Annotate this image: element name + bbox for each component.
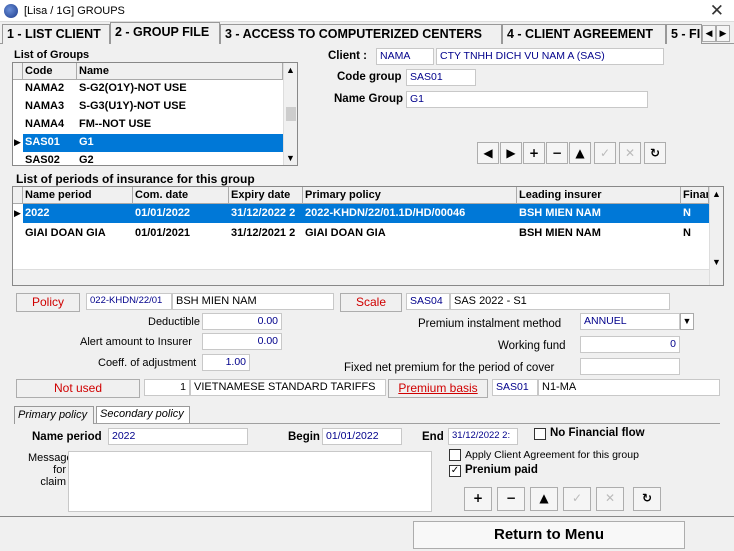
deductible-label: Deductible	[148, 316, 200, 328]
tab-scroll-left-icon[interactable]: ◀	[702, 25, 716, 42]
policy-button[interactable]: Policy	[16, 293, 80, 312]
client-name-field[interactable]: CTY TNHH DICH VU NAM A (SAS)	[436, 48, 664, 65]
groups-grid: Code Name NAMA2 S-G2(O1Y)-NOT USE NAMA3 …	[12, 62, 298, 166]
name-period-field[interactable]: 2022	[108, 428, 248, 445]
row-pointer-icon: ▶	[14, 137, 21, 147]
scale-button[interactable]: Scale	[340, 293, 402, 312]
scale-name-field[interactable]: SAS 2022 - S1	[450, 293, 670, 310]
policy-code-field[interactable]: 022-KHDN/22/01	[86, 293, 172, 310]
tab-primary-policy[interactable]: Primary policy	[14, 406, 94, 424]
deductible-field[interactable]: 0.00	[202, 313, 282, 330]
client-code-field[interactable]: NAMA	[376, 48, 434, 65]
end-label: End	[422, 431, 444, 443]
edit-icon[interactable]: ▲	[530, 487, 558, 511]
fixed-net-label: Fixed net premium for the period of cove…	[344, 362, 555, 374]
tab-group-file[interactable]: 2 - GROUP FILE	[110, 22, 220, 44]
scroll-down-icon[interactable]: ▼	[710, 257, 723, 267]
end-field[interactable]: 31/12/2022 2:	[448, 428, 518, 445]
no-financial-checkbox[interactable]	[534, 428, 546, 440]
refresh-icon[interactable]: ↻	[633, 487, 661, 511]
tab-fi[interactable]: 5 - FI	[666, 24, 702, 44]
title-bar: [Lisa / 1G] GROUPS ✕	[0, 0, 734, 22]
premium-basis-name-field[interactable]: N1-MA	[538, 379, 720, 396]
tab-list-client[interactable]: 1 - LIST CLIENT	[2, 24, 110, 44]
periods-col-expiry[interactable]: Expiry date	[229, 187, 303, 204]
confirm-icon[interactable]: ✓	[594, 142, 616, 164]
tab-access-computerized-centers[interactable]: 3 - ACCESS TO COMPUTERIZED CENTERS	[220, 24, 502, 44]
begin-field[interactable]: 01/01/2022	[322, 428, 402, 445]
not-used-button[interactable]: Not used	[16, 379, 140, 398]
tab-client-agreement[interactable]: 4 - CLIENT AGREEMENT	[502, 24, 666, 44]
groups-scrollbar[interactable]: ▲ ▼	[283, 63, 297, 165]
add-icon[interactable]: +	[523, 142, 545, 164]
table-row-selected[interactable]: 2022 01/01/2022 31/12/2022 2 2022-KHDN/2…	[23, 204, 709, 223]
working-fund-label: Working fund	[498, 340, 566, 352]
scroll-up-icon[interactable]: ▲	[710, 189, 723, 199]
edit-icon[interactable]: ▲	[569, 142, 591, 164]
policy-insurer-field[interactable]: BSH MIEN NAM	[172, 293, 334, 310]
message-textarea[interactable]	[68, 451, 432, 512]
periods-hscrollbar[interactable]	[13, 269, 709, 285]
alert-label: Alert amount to Insurer	[80, 336, 192, 348]
message-label: Message for claim	[28, 452, 73, 488]
groups-col-code[interactable]: Code	[23, 63, 77, 80]
periods-grid: Name period Com. date Expiry date Primar…	[12, 186, 724, 286]
premium-paid-label: Prenium paid	[465, 464, 538, 476]
code-group-field[interactable]: SAS01	[406, 69, 476, 86]
groups-title: List of Groups	[14, 49, 90, 61]
premium-method-select[interactable]: ANNUEL	[580, 313, 680, 330]
cancel-icon[interactable]: ✕	[596, 487, 624, 511]
premium-basis-button[interactable]: Premium basis	[388, 379, 488, 398]
coeff-label: Coeff. of adjustment	[98, 357, 197, 369]
periods-col-com-date[interactable]: Com. date	[133, 187, 229, 204]
premium-basis-code-field[interactable]: SAS01	[492, 379, 538, 396]
name-group-field[interactable]: G1	[406, 91, 648, 108]
client-label: Client :	[328, 50, 367, 62]
chevron-down-icon[interactable]: ▼	[680, 313, 694, 330]
scroll-up-icon[interactable]: ▲	[284, 65, 297, 75]
delete-icon[interactable]: −	[546, 142, 568, 164]
previous-icon[interactable]: ◀	[477, 142, 499, 164]
next-icon[interactable]: ▶	[500, 142, 522, 164]
code-group-label: Code group	[337, 71, 402, 83]
scale-code-field[interactable]: SAS04	[406, 293, 450, 310]
apply-agreement-label: Apply Client Agreement for this group	[465, 449, 639, 461]
close-icon[interactable]: ✕	[710, 1, 724, 21]
scroll-down-icon[interactable]: ▼	[284, 153, 297, 163]
refresh-icon[interactable]: ↻	[644, 142, 666, 164]
periods-col-primary-policy[interactable]: Primary policy	[303, 187, 517, 204]
periods-col-financial[interactable]: Finan	[681, 187, 709, 204]
premium-paid-checkbox[interactable]: ✓	[449, 465, 461, 477]
scroll-thumb[interactable]	[286, 107, 296, 121]
tariff-name-field[interactable]: VIETNAMESE STANDARD TARIFFS	[190, 379, 386, 396]
fixed-net-field[interactable]	[580, 358, 680, 375]
add-icon[interactable]: +	[464, 487, 492, 511]
name-period-label: Name period	[32, 431, 102, 443]
tab-scroll-right-icon[interactable]: ▶	[716, 25, 730, 42]
confirm-icon[interactable]: ✓	[563, 487, 591, 511]
table-row-selected[interactable]: SAS01 G1	[23, 134, 283, 152]
tab-bar: 1 - LIST CLIENT 2 - GROUP FILE 3 - ACCES…	[0, 22, 734, 44]
begin-label: Begin	[288, 431, 320, 443]
delete-icon[interactable]: −	[497, 487, 525, 511]
periods-vscrollbar[interactable]: ▲ ▼	[709, 187, 723, 285]
periods-title: List of periods of insurance for this gr…	[16, 172, 255, 186]
row-pointer-icon: ▶	[14, 208, 21, 218]
coeff-field[interactable]: 1.00	[202, 354, 250, 371]
apply-agreement-checkbox[interactable]	[449, 449, 461, 461]
tab-secondary-policy[interactable]: Secondary policy	[96, 406, 190, 423]
window-title: [Lisa / 1G] GROUPS	[24, 5, 125, 17]
alert-field[interactable]: 0.00	[202, 333, 282, 350]
name-group-label: Name Group	[334, 93, 404, 105]
groups-col-name[interactable]: Name	[77, 63, 283, 80]
periods-col-leading-insurer[interactable]: Leading insurer	[517, 187, 681, 204]
app-icon	[4, 4, 18, 18]
premium-method-label: Premium instalment method	[418, 318, 562, 330]
working-fund-field[interactable]: 0	[580, 336, 680, 353]
no-financial-label: No Financial flow	[550, 427, 645, 439]
cancel-icon[interactable]: ✕	[619, 142, 641, 164]
periods-col-name[interactable]: Name period	[23, 187, 133, 204]
return-to-menu-button[interactable]: Return to Menu	[413, 521, 685, 549]
tariff-number-field[interactable]: 1	[144, 379, 190, 396]
